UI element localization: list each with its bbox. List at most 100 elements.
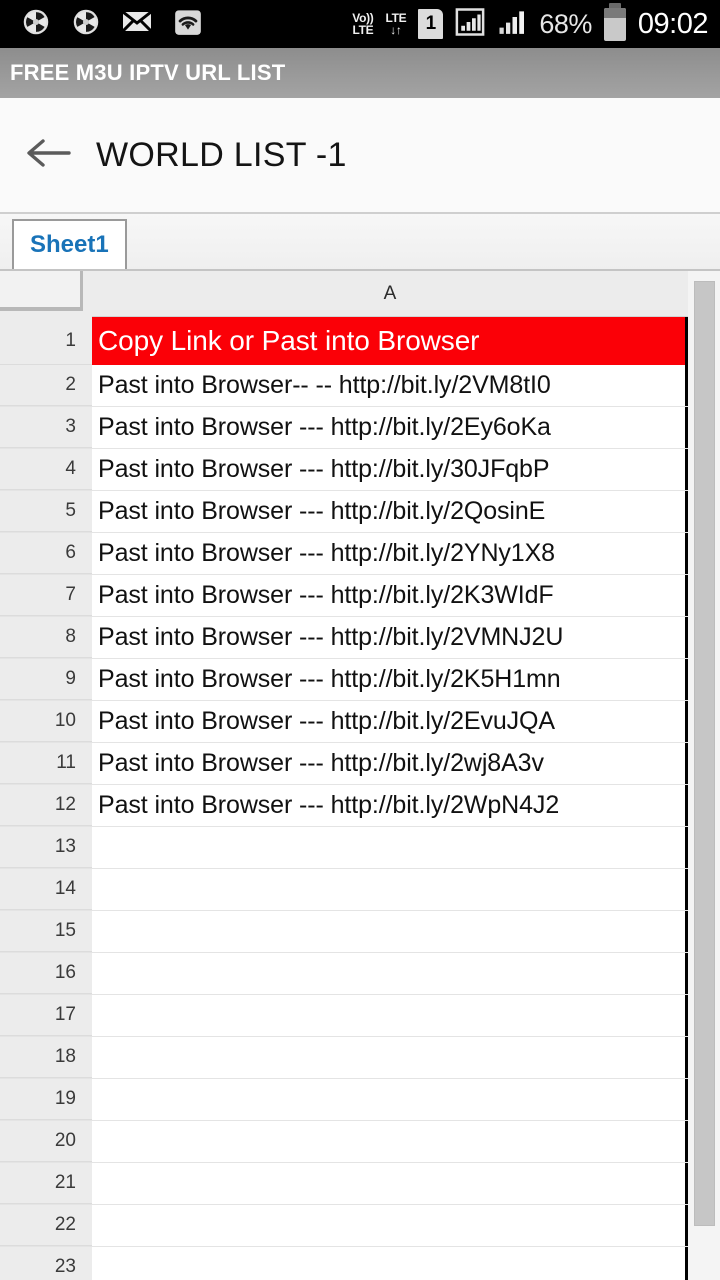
row-header[interactable]: 6	[0, 533, 92, 574]
vertical-scrollbar[interactable]	[688, 271, 720, 1280]
row-header[interactable]: 22	[0, 1205, 92, 1246]
row-header[interactable]: 13	[0, 827, 92, 868]
row-header[interactable]: 8	[0, 617, 92, 658]
cell-a14[interactable]	[92, 869, 688, 910]
cell-a16[interactable]	[92, 953, 688, 994]
sheet-tab-sheet1[interactable]: Sheet1	[12, 219, 127, 269]
table-row[interactable]: 10 Past into Browser --- http://bit.ly/2E…	[0, 701, 720, 743]
lte-arrows-glyph: ↓↑	[390, 23, 402, 37]
cell-a23[interactable]	[92, 1247, 688, 1280]
table-row[interactable]: 18	[0, 1037, 720, 1079]
table-row[interactable]: 6 Past into Browser --- http://bit.ly/2YN…	[0, 533, 720, 575]
vertical-scrollbar-thumb[interactable]	[694, 281, 715, 1226]
clock-label: 09:02	[637, 7, 709, 40]
spreadsheet-grid[interactable]: A 1 Copy Link or Past into Browser 2 Past i…	[0, 271, 720, 1280]
row-header[interactable]: 1	[0, 317, 92, 365]
cell-a5[interactable]: Past into Browser --- http://bit.ly/2Qos…	[92, 491, 688, 532]
table-row[interactable]: 3 Past into Browser --- http://bit.ly/2Ey…	[0, 407, 720, 449]
column-header-row: A	[0, 271, 720, 317]
table-row[interactable]: 11 Past into Browser --- http://bit.ly/2w…	[0, 743, 720, 785]
back-button[interactable]	[0, 136, 96, 175]
cell-a18[interactable]	[92, 1037, 688, 1078]
camera-icon	[72, 8, 100, 41]
table-row[interactable]: 4 Past into Browser --- http://bit.ly/30J…	[0, 449, 720, 491]
table-row[interactable]: 8 Past into Browser --- http://bit.ly/2VM…	[0, 617, 720, 659]
sheet-tab-strip: Sheet1	[0, 214, 720, 271]
document-toolbar: WORLD LIST -1	[0, 98, 720, 214]
row-header[interactable]: 23	[0, 1247, 92, 1280]
volte-icon: Vo)) LTE	[352, 12, 374, 37]
cell-a21[interactable]	[92, 1163, 688, 1204]
row-header[interactable]: 19	[0, 1079, 92, 1120]
cell-a10[interactable]: Past into Browser --- http://bit.ly/2Evu…	[92, 701, 688, 742]
row-header[interactable]: 12	[0, 785, 92, 826]
cell-a6[interactable]: Past into Browser --- http://bit.ly/2YNy…	[92, 533, 688, 574]
wifi-icon	[174, 8, 202, 41]
table-row[interactable]: 9 Past into Browser --- http://bit.ly/2K5…	[0, 659, 720, 701]
table-row[interactable]: 23	[0, 1247, 720, 1280]
row-header[interactable]: 7	[0, 575, 92, 616]
column-header-a[interactable]: A	[92, 271, 688, 317]
row-header[interactable]: 14	[0, 869, 92, 910]
table-row[interactable]: 7 Past into Browser --- http://bit.ly/2K3…	[0, 575, 720, 617]
table-row[interactable]: 5 Past into Browser --- http://bit.ly/2Qo…	[0, 491, 720, 533]
table-row[interactable]: 16	[0, 953, 720, 995]
table-row[interactable]: 17	[0, 995, 720, 1037]
table-row[interactable]: 1 Copy Link or Past into Browser	[0, 317, 720, 365]
table-row[interactable]: 2 Past into Browser-- -- http://bit.ly/2V…	[0, 365, 720, 407]
row-header[interactable]: 17	[0, 995, 92, 1036]
table-row[interactable]: 13	[0, 827, 720, 869]
row-header[interactable]: 2	[0, 365, 92, 406]
app-name-bar: FREE M3U IPTV URL LIST	[0, 48, 720, 98]
row-header[interactable]: 18	[0, 1037, 92, 1078]
row-header[interactable]: 15	[0, 911, 92, 952]
row-header[interactable]: 4	[0, 449, 92, 490]
table-row[interactable]: 14	[0, 869, 720, 911]
cell-a2[interactable]: Past into Browser-- -- http://bit.ly/2VM…	[92, 365, 688, 406]
row-header[interactable]: 21	[0, 1163, 92, 1204]
back-arrow-icon	[25, 136, 71, 175]
cell-a11[interactable]: Past into Browser --- http://bit.ly/2wj8…	[92, 743, 688, 784]
cell-a19[interactable]	[92, 1079, 688, 1120]
signal-bars-icon	[497, 7, 527, 42]
grid-row-container: 1 Copy Link or Past into Browser 2 Past int…	[0, 317, 720, 1280]
cell-a13[interactable]	[92, 827, 688, 868]
table-row[interactable]: 22	[0, 1205, 720, 1247]
cell-a22[interactable]	[92, 1205, 688, 1246]
cell-a12[interactable]: Past into Browser --- http://bit.ly/2WpN…	[92, 785, 688, 826]
cell-a20[interactable]	[92, 1121, 688, 1162]
row-header[interactable]: 20	[0, 1121, 92, 1162]
sheet-tab-label: Sheet1	[30, 231, 109, 258]
table-row[interactable]: 20	[0, 1121, 720, 1163]
row-header[interactable]: 3	[0, 407, 92, 448]
row-header[interactable]: 5	[0, 491, 92, 532]
volte-line-2: LTE	[352, 23, 374, 37]
cell-a8[interactable]: Past into Browser --- http://bit.ly/2VMN…	[92, 617, 688, 658]
row-header[interactable]: 10	[0, 701, 92, 742]
mail-icon	[121, 10, 153, 38]
cell-a17[interactable]	[92, 995, 688, 1036]
status-bar: Vo)) LTE LTE ↓↑ 1 68% 09:02	[0, 0, 720, 48]
cell-a9[interactable]: Past into Browser --- http://bit.ly/2K5H…	[92, 659, 688, 700]
cell-a15[interactable]	[92, 911, 688, 952]
table-row[interactable]: 21	[0, 1163, 720, 1205]
status-bar-right-icons: Vo)) LTE LTE ↓↑ 1 68% 09:02	[352, 2, 709, 42]
cell-a3[interactable]: Past into Browser --- http://bit.ly/2Ey6…	[92, 407, 688, 448]
row-header[interactable]: 11	[0, 743, 92, 784]
status-bar-left-icons	[22, 8, 202, 41]
table-row[interactable]: 12 Past into Browser --- http://bit.ly/2W…	[0, 785, 720, 827]
document-title: WORLD LIST -1	[96, 135, 347, 174]
app-name-label: FREE M3U IPTV URL LIST	[10, 60, 286, 85]
cell-a1[interactable]: Copy Link or Past into Browser	[92, 317, 688, 365]
sim-1-icon: 1	[418, 9, 444, 39]
cell-a7[interactable]: Past into Browser --- http://bit.ly/2K3W…	[92, 575, 688, 616]
cell-a4[interactable]: Past into Browser --- http://bit.ly/30JF…	[92, 449, 688, 490]
battery-icon	[603, 2, 626, 41]
table-row[interactable]: 15	[0, 911, 720, 953]
signal-bars-boxed-icon	[455, 7, 485, 42]
row-header[interactable]: 16	[0, 953, 92, 994]
select-all-corner[interactable]	[0, 271, 83, 311]
row-header[interactable]: 9	[0, 659, 92, 700]
camera-icon	[22, 8, 50, 41]
table-row[interactable]: 19	[0, 1079, 720, 1121]
